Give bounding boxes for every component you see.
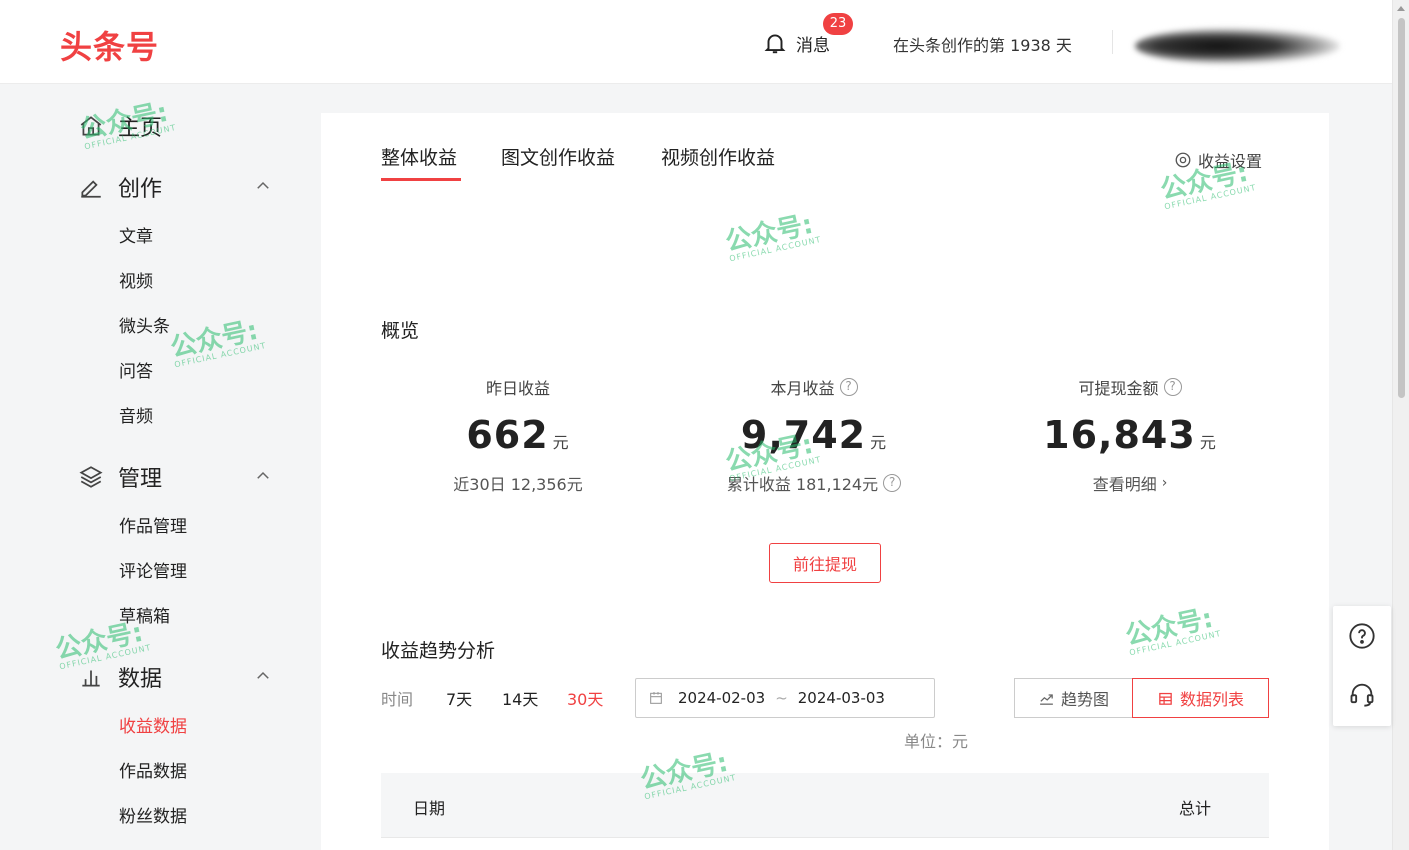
stat-yesterday-label: 昨日收益 <box>485 379 550 398</box>
sidebar-item-fans-data[interactable]: 粉丝数据 <box>119 802 187 827</box>
data-list-button[interactable]: 数据列表 <box>1132 678 1269 718</box>
chevron-up-icon[interactable] <box>254 177 272 195</box>
withdraw-button[interactable]: 前往提现 <box>769 543 881 583</box>
date-start[interactable]: 2024-02-03 <box>678 689 765 707</box>
scroll-up-arrow[interactable] <box>1397 6 1405 11</box>
date-separator: ~ <box>775 689 788 707</box>
calendar-icon <box>650 692 662 704</box>
sidebar-item-works-manage[interactable]: 作品管理 <box>119 512 187 537</box>
trend-chart-button[interactable]: 趋势图 <box>1014 678 1133 718</box>
overview-title: 概览 <box>381 320 420 342</box>
layers-icon <box>79 466 103 488</box>
sidebar-data-label: 数据 <box>118 667 163 692</box>
bell-icon <box>764 34 786 54</box>
table-icon <box>1159 692 1172 705</box>
range-7-days[interactable]: 7天 <box>446 686 472 710</box>
stat-yesterday-value: 662 元 <box>466 413 570 457</box>
stat-withdrawable: 可提现金额? 16,843 元 查看明细 › <box>985 375 1275 495</box>
range-30-days[interactable]: 30天 <box>567 686 603 710</box>
stat-yesterday: 昨日收益 662 元 近30日 12,356元 <box>373 375 663 495</box>
bar-chart-icon <box>82 670 100 687</box>
sidebar-home-label: 主页 <box>118 116 163 141</box>
header-divider <box>1112 30 1113 54</box>
help-icon[interactable]: ? <box>1163 378 1182 396</box>
stat-withdrawable-value: 16,843 元 <box>1043 413 1217 457</box>
pen-icon <box>81 180 101 198</box>
chevron-up-icon[interactable] <box>254 467 272 485</box>
stat-month: 本月收益? 9,742 元 累计收益 181,124元? <box>669 375 959 495</box>
messages-label: 消息 <box>796 35 830 56</box>
sidebar-item-qa[interactable]: 问答 <box>119 357 153 382</box>
messages-button[interactable]: 消息 <box>762 30 830 56</box>
floating-toolbar <box>1333 606 1391 726</box>
sidebar-item-video[interactable]: 视频 <box>119 267 153 292</box>
date-range-picker[interactable]: 2024-02-03 ~ 2024-03-03 <box>635 678 935 718</box>
stat-yesterday-sub: 近30日 12,356元 <box>453 475 583 494</box>
column-date[interactable]: 日期 <box>413 795 445 819</box>
sidebar-item-revenue-data[interactable]: 收益数据 <box>119 712 187 737</box>
sidebar-manage-label: 管理 <box>118 467 163 492</box>
column-total[interactable]: 总计 <box>1179 795 1211 819</box>
revenue-settings-button[interactable]: 收益设置 <box>1174 148 1262 172</box>
chevron-right-icon: › <box>1161 475 1168 491</box>
messages-count-badge: 23 <box>823 13 853 35</box>
help-icon[interactable]: ? <box>839 378 858 396</box>
sidebar-item-article[interactable]: 文章 <box>119 222 153 247</box>
headset-icon[interactable] <box>1348 680 1376 708</box>
sidebar: 主页 创作 文章 视频 微头条 问答 音频 管理 作品管理 评论管理 草稿箱 数… <box>0 85 320 850</box>
time-label: 时间 <box>381 690 414 709</box>
page-scrollbar[interactable] <box>1392 0 1409 850</box>
sidebar-item-manage[interactable]: 管理 <box>78 461 162 493</box>
revenue-panel: 整体收益 图文创作收益 视频创作收益 收益设置 概览 昨日收益 662 元 近30… <box>321 113 1329 850</box>
stat-month-label: 本月收益? <box>770 375 858 399</box>
sidebar-create-label: 创作 <box>118 177 163 202</box>
view-details-link[interactable]: 查看明细 › <box>1093 471 1168 495</box>
unit-label: 单位：元 <box>904 732 969 751</box>
chevron-up-icon[interactable] <box>254 667 272 685</box>
date-end[interactable]: 2024-03-03 <box>798 689 885 707</box>
sidebar-item-home[interactable]: 主页 <box>78 110 162 142</box>
stat-month-value: 9,742 元 <box>740 413 888 457</box>
sidebar-item-drafts[interactable]: 草稿箱 <box>119 602 170 627</box>
trend-chart-label: 趋势图 <box>1060 690 1109 709</box>
tab-video-revenue[interactable]: 视频创作收益 <box>661 143 775 170</box>
tab-overall-revenue[interactable]: 整体收益 <box>381 143 457 170</box>
tab-article-revenue[interactable]: 图文创作收益 <box>501 143 615 170</box>
settings-label: 收益设置 <box>1198 152 1263 171</box>
data-list-label: 数据列表 <box>1179 690 1244 709</box>
sidebar-item-data[interactable]: 数据 <box>78 661 162 693</box>
sidebar-item-audio[interactable]: 音频 <box>119 402 153 427</box>
sidebar-item-micro-toutiao[interactable]: 微头条 <box>119 312 170 337</box>
settings-icon <box>1175 152 1191 168</box>
stat-month-sub: 累计收益 181,124元? <box>727 471 902 495</box>
scroll-thumb[interactable] <box>1398 18 1405 398</box>
toutiao-logo[interactable]: 头条号 <box>60 22 159 68</box>
active-tab-indicator <box>381 178 461 181</box>
help-icon[interactable]: ? <box>883 474 902 492</box>
sidebar-item-comments-manage[interactable]: 评论管理 <box>119 557 187 582</box>
trend-title: 收益趋势分析 <box>381 640 496 662</box>
sidebar-item-create[interactable]: 创作 <box>78 171 162 203</box>
top-header: 头条号 消息 23 在头条创作的第 1938 天 <box>0 0 1392 84</box>
home-icon <box>80 116 102 136</box>
creation-days-text: 在头条创作的第 1938 天 <box>893 36 1072 55</box>
range-14-days[interactable]: 14天 <box>502 686 538 710</box>
table-header: 日期 总计 <box>381 773 1269 838</box>
sidebar-item-works-data[interactable]: 作品数据 <box>119 757 187 782</box>
user-avatar[interactable] <box>1135 28 1340 64</box>
stat-withdrawable-label: 可提现金额? <box>1078 375 1182 399</box>
help-circle-icon[interactable] <box>1348 622 1376 650</box>
line-chart-icon <box>1040 693 1053 705</box>
